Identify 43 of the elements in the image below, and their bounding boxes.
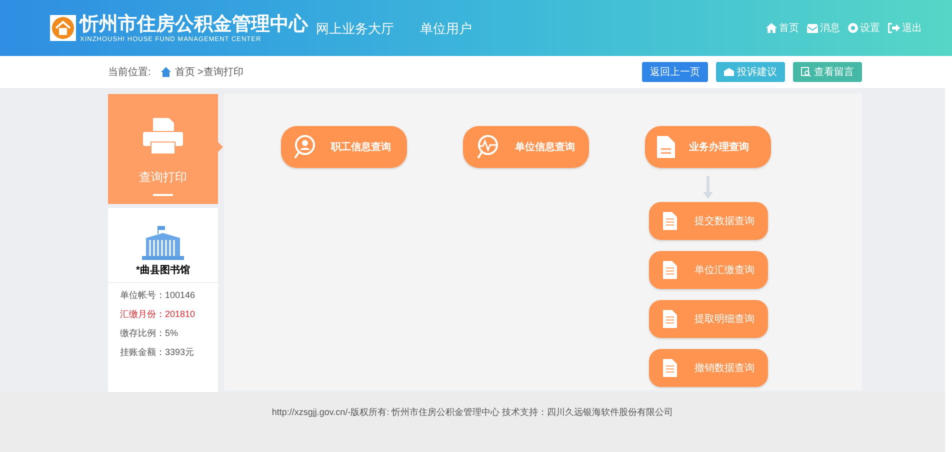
building-icon [142, 226, 184, 260]
query-button[interactable]: 单位信息查询 [463, 126, 589, 168]
logo-title: 忻州市住房公积金管理中心 [80, 12, 308, 34]
unit-info-line: 缴存比例：5% [120, 327, 180, 339]
footer-text: http://xzsgjj.gov.cn/-版权所有: 忻州市住房公积金管理中心 技术支持：四川久远银海软件股份有限公司 [272, 406, 674, 419]
printer-icon [143, 118, 183, 154]
nav-link[interactable]: 退出 [888, 20, 922, 36]
settings-icon [848, 23, 858, 33]
home-icon [766, 23, 777, 33]
nav-link[interactable]: 消息 [807, 20, 840, 36]
unit-info-line: 单位帐号：100146 [120, 289, 196, 301]
query-button[interactable]: 职工信息查询 [281, 126, 407, 168]
down-arrow-icon [703, 176, 713, 200]
document-icon [662, 212, 676, 230]
subquery-button[interactable]: 提交数据查询 [648, 202, 768, 240]
breadcrumb-label: 当前位置: [108, 66, 151, 80]
envelope-icon [724, 68, 734, 76]
hall-title: 网上业务大厅 [316, 20, 394, 38]
logo-icon [50, 15, 76, 41]
document-icon [662, 261, 676, 279]
search-icon [801, 67, 811, 77]
action-button[interactable]: 投诉建议 [716, 62, 785, 82]
action-button[interactable]: 返回上一页 [642, 62, 708, 82]
unit-info-line: 挂账金额：3393元 [120, 346, 196, 358]
nav-link[interactable]: 首页 [766, 20, 799, 36]
breadcrumb-path[interactable]: 首页 >查询打印 [174, 64, 244, 80]
subquery-button[interactable]: 提取明细查询 [648, 300, 768, 338]
user-search-icon [293, 134, 317, 160]
subquery-button[interactable]: 单位汇缴查询 [648, 251, 768, 289]
subquery-button[interactable]: 撤销数据查询 [648, 349, 768, 387]
pulse-search-icon [475, 134, 501, 160]
unit-name: *曲县图书馆 [136, 264, 190, 278]
action-button[interactable]: 查看留言 [793, 62, 862, 82]
home-icon [160, 67, 171, 77]
nav-link[interactable]: 设置 [848, 20, 880, 36]
query-button[interactable]: 业务办理查询 [645, 126, 771, 168]
envelope-icon [807, 24, 818, 32]
logout-icon [888, 23, 900, 33]
document-icon [657, 136, 675, 158]
user-type-label: 单位用户 [420, 20, 472, 38]
unit-info-line: 汇缴月份：201810 [120, 308, 196, 320]
document-icon [662, 310, 676, 328]
document-icon [662, 359, 676, 377]
